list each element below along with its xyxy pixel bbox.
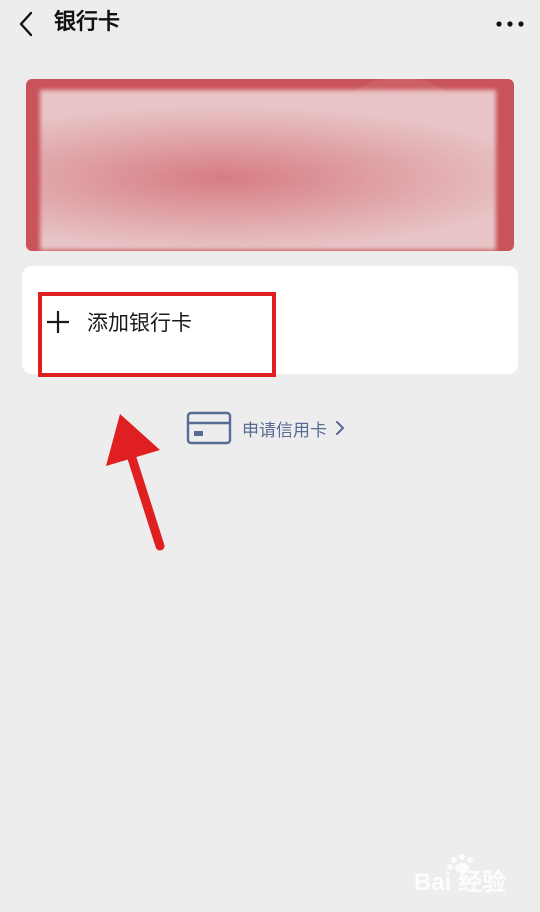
back-button[interactable]	[12, 8, 44, 40]
more-dots-icon	[496, 21, 524, 27]
card-details-blurred	[40, 90, 496, 250]
credit-card-icon	[186, 411, 232, 445]
chevron-right-icon	[336, 421, 344, 435]
plus-icon	[47, 311, 69, 333]
add-bank-card-label: 添加银行卡	[87, 311, 192, 335]
watermark-logo: Bai 经验	[412, 852, 530, 904]
chevron-left-icon	[19, 11, 33, 37]
apply-credit-card-label: 申请信用卡	[242, 420, 327, 441]
apply-credit-card-link[interactable]: 申请信用卡	[186, 410, 345, 446]
more-button[interactable]	[490, 10, 530, 38]
bank-card[interactable]	[26, 79, 514, 251]
add-bank-card-button[interactable]: 添加银行卡	[45, 300, 192, 344]
navigation-bar: 银行卡	[0, 0, 540, 48]
svg-text:Bai 经验: Bai 经验	[414, 868, 506, 896]
page-title: 银行卡	[54, 10, 121, 35]
